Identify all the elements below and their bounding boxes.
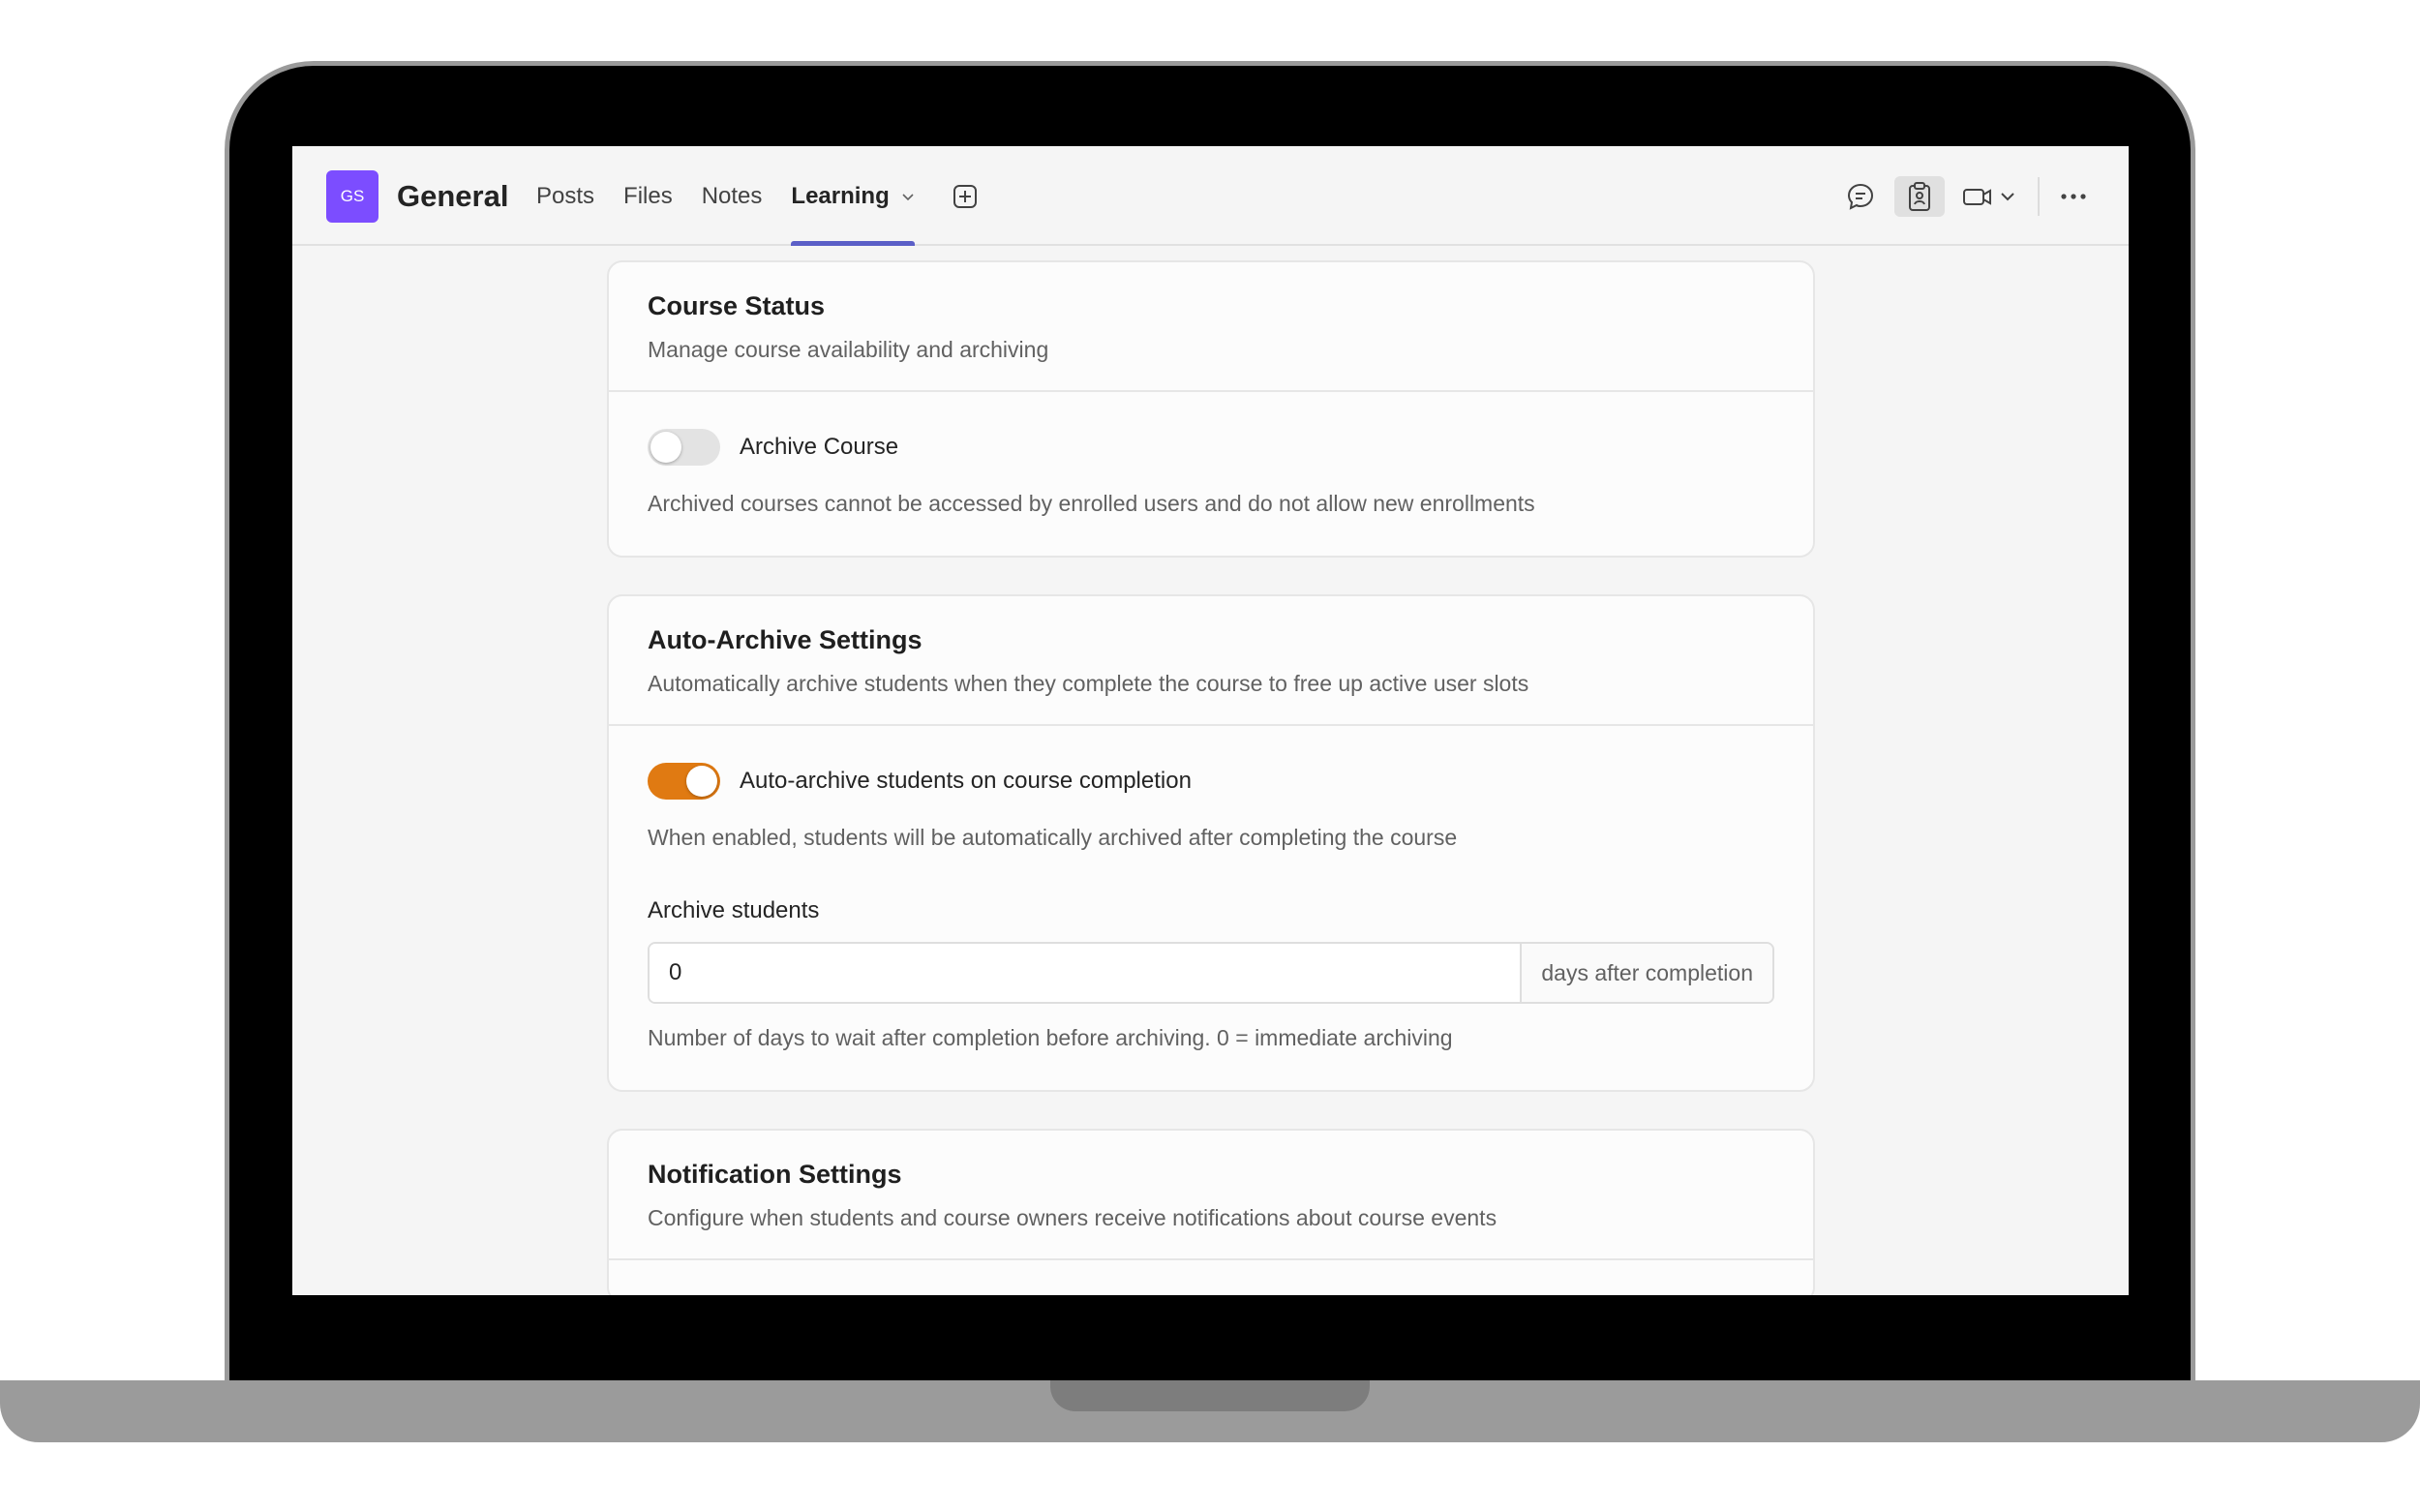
channel-header: GS General Posts Files Notes Learning: [292, 146, 2129, 246]
archive-course-label: Archive Course: [740, 434, 899, 460]
tab-files[interactable]: Files: [623, 146, 673, 246]
settings-content: Course Status Manage course availability…: [607, 260, 1815, 1295]
toggle-knob: [650, 432, 681, 463]
auto-archive-body: Auto-archive students on course completi…: [609, 726, 1813, 1090]
archive-course-row: Archive Course: [648, 429, 1774, 466]
notification-settings-description: Configure when students and course owner…: [648, 1205, 1497, 1230]
archive-students-label: Archive students: [648, 897, 820, 923]
clipboard-icon[interactable]: [1894, 175, 1945, 217]
archive-days-suffix: days after completion: [1520, 944, 1772, 1002]
archive-days-input-group: days after completion: [648, 942, 1774, 1004]
archive-course-toggle[interactable]: [648, 429, 720, 466]
archive-days-hint: Number of days to wait after completion …: [648, 1025, 1453, 1050]
toggle-knob: [686, 766, 717, 797]
course-status-description: Manage course availability and archiving: [648, 337, 1049, 362]
auto-archive-toggle[interactable]: [648, 763, 720, 800]
channel-title: General: [397, 179, 509, 213]
auto-archive-title: Auto-Archive Settings: [648, 625, 923, 654]
notification-settings-header: Notification Settings Configure when stu…: [609, 1131, 1813, 1260]
archive-course-hint: Archived courses cannot be accessed by e…: [648, 491, 1535, 516]
course-status-card: Course Status Manage course availability…: [607, 260, 1815, 558]
laptop-notch: [1050, 1380, 1370, 1411]
course-status-body: Archive Course Archived courses cannot b…: [609, 392, 1813, 556]
add-tab-icon[interactable]: [952, 183, 979, 210]
video-call-icon[interactable]: [1962, 180, 2020, 213]
course-status-title: Course Status: [648, 291, 826, 320]
chat-icon[interactable]: [1844, 180, 1877, 213]
tab-bar: Posts Files Notes Learning: [536, 146, 979, 246]
header-actions: [1827, 146, 2090, 246]
auto-archive-hint: When enabled, students will be automatic…: [648, 825, 1458, 850]
header-divider: [2038, 176, 2040, 216]
notification-settings-card: Notification Settings Configure when stu…: [607, 1129, 1815, 1295]
archive-days-input[interactable]: [650, 944, 1521, 1002]
auto-archive-header: Auto-Archive Settings Automatically arch…: [609, 596, 1813, 726]
tab-posts[interactable]: Posts: [536, 146, 594, 246]
auto-archive-row: Auto-archive students on course completi…: [648, 763, 1774, 800]
notification-settings-title: Notification Settings: [648, 1160, 902, 1189]
auto-archive-label: Auto-archive students on course completi…: [740, 768, 1192, 794]
course-status-header: Course Status Manage course availability…: [609, 262, 1813, 392]
tab-notes[interactable]: Notes: [702, 146, 763, 246]
more-options-icon[interactable]: [2057, 180, 2090, 213]
auto-archive-card: Auto-Archive Settings Automatically arch…: [607, 594, 1815, 1092]
team-avatar[interactable]: GS: [326, 170, 378, 223]
chevron-down-icon: [902, 193, 914, 200]
app-screen: GS General Posts Files Notes Learning Co…: [292, 146, 2129, 1295]
tab-learning[interactable]: Learning: [791, 146, 916, 246]
auto-archive-description: Automatically archive students when they…: [648, 671, 1529, 696]
